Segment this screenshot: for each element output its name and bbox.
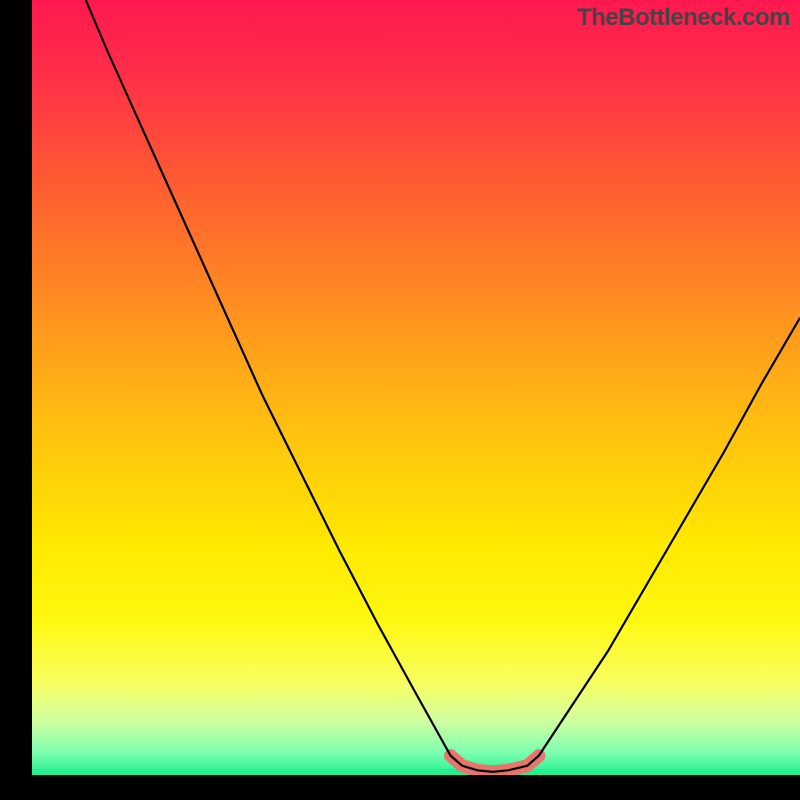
left-frame — [0, 0, 32, 800]
bottleneck-chart — [0, 0, 800, 800]
green-floor-band — [32, 769, 800, 775]
gradient-background — [32, 0, 800, 775]
bottom-frame — [0, 775, 800, 800]
watermark-text: TheBottleneck.com — [577, 4, 790, 32]
chart-container: TheBottleneck.com — [0, 0, 800, 800]
